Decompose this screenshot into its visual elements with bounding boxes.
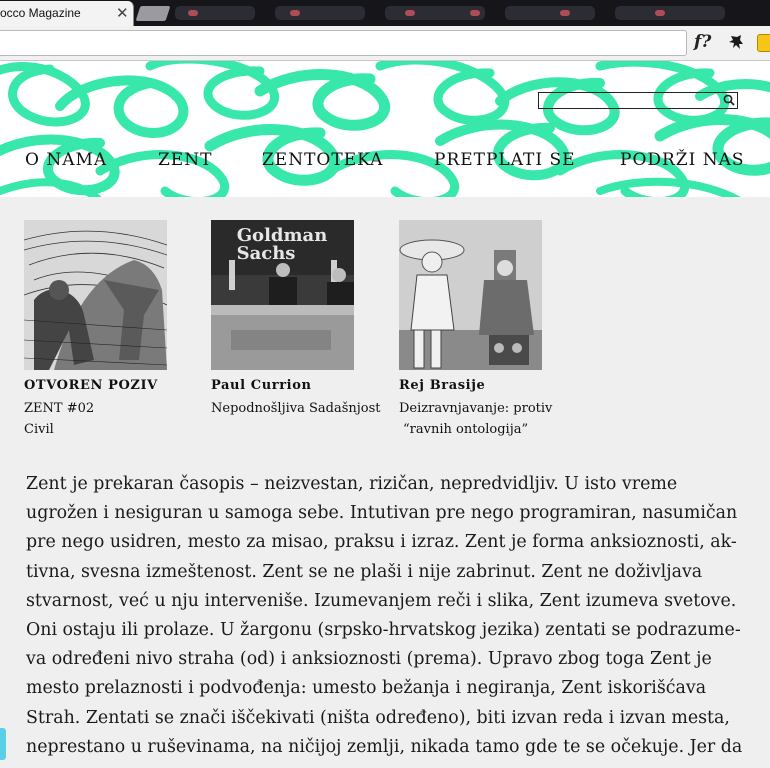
scribble-mask-pattern xyxy=(0,61,770,197)
nav-zent[interactable]: ZENT xyxy=(158,150,212,170)
card-subtitle: Deizravnjavanje: protiv “ravnih ontologi… xyxy=(399,398,574,440)
tab-title: occo Magazine xyxy=(0,6,81,20)
background-tabs-blur xyxy=(615,6,725,20)
paragraph-line: mesto prelaznosti i podvođenja: umesto b… xyxy=(26,678,707,699)
search-field[interactable] xyxy=(538,92,738,109)
tab-favicon-blur xyxy=(560,10,570,16)
article-card[interactable]: OTVOREN POZIV ZENT #02 Civil xyxy=(24,220,199,440)
background-tabs-blur xyxy=(175,6,255,20)
card-image-goldman-sachs[interactable]: Goldman Sachs xyxy=(211,220,354,370)
card-title[interactable]: OTVOREN POZIV xyxy=(24,378,199,393)
article-card[interactable]: Goldman Sachs Paul Currion Nepodnošljiva… xyxy=(211,220,386,419)
tab-favicon-blur xyxy=(470,10,480,16)
search-icon[interactable] xyxy=(723,94,735,106)
card-subtitle: ZENT #02 Civil xyxy=(24,398,199,440)
main-navigation: O NAMA ZENT ZENTOTEKA PRETPLATI SE PODRŽ… xyxy=(0,150,770,174)
tab-favicon-blur xyxy=(405,10,415,16)
sachs-text: Sachs xyxy=(237,243,296,264)
paragraph-line: stvarnost, već u nju interveniše. Izumev… xyxy=(26,590,737,611)
card-subtitle-line: “ravnih ontologija” xyxy=(403,422,529,437)
paragraph-line: Strah. Zentati se znači iščekivati (ništ… xyxy=(26,707,730,728)
paragraph-line: ugrožen i nesiguran u samoga sebe. Intut… xyxy=(26,503,738,524)
nav-podrzi-nas[interactable]: PODRŽI NAS xyxy=(620,150,745,170)
nav-zentoteka[interactable]: ZENTOTEKA xyxy=(262,150,383,170)
nav-pretplati-se[interactable]: PRETPLATI SE xyxy=(434,150,576,170)
browser-tab-bar: occo Magazine ✕ xyxy=(0,0,770,26)
nav-o-nama[interactable]: O NAMA xyxy=(25,150,107,170)
paragraph-line: Oni ostaju ili prolaze. U žargonu (srpsk… xyxy=(26,620,741,641)
extension-icon[interactable] xyxy=(757,34,770,52)
site-header: O NAMA ZENT ZENTOTEKA PRETPLATI SE PODRŽ… xyxy=(0,61,770,197)
card-image-collage[interactable] xyxy=(399,220,542,370)
tab-favicon-blur xyxy=(188,10,198,16)
browser-tab[interactable]: occo Magazine ✕ xyxy=(0,1,134,26)
address-bar[interactable] xyxy=(0,30,687,56)
paragraph-line: Zent je prekaran časopis – neizvestan, r… xyxy=(26,474,678,494)
ghost-extension-icon[interactable] xyxy=(728,34,744,50)
close-tab-icon[interactable]: ✕ xyxy=(116,4,129,22)
browser-toolbar: f? xyxy=(0,26,770,61)
card-subtitle-line: Civil xyxy=(24,422,54,437)
paragraph-line: tivna, svesna izmeštenost. Zent se ne pl… xyxy=(26,561,703,582)
extension-f-button[interactable]: f? xyxy=(694,32,711,52)
new-tab-button[interactable] xyxy=(135,6,171,21)
paragraph-line: neprestano u ruševinama, na ničijoj zeml… xyxy=(26,736,743,757)
tab-favicon-blur xyxy=(655,10,665,16)
search-input[interactable] xyxy=(541,93,721,108)
card-subtitle-line: Deizravnjavanje: protiv xyxy=(399,401,553,416)
paragraph-line: va određeni nivo straha (od) i anksiozno… xyxy=(26,649,712,670)
card-subtitle-line: ZENT #02 xyxy=(24,401,95,416)
background-tabs-blur xyxy=(275,6,365,20)
card-title[interactable]: Rej Brasije xyxy=(399,378,574,393)
card-title[interactable]: Paul Currion xyxy=(211,378,386,393)
side-widget-tab[interactable] xyxy=(0,728,6,760)
article-card[interactable]: Rej Brasije Deizravnjavanje: protiv “rav… xyxy=(399,220,574,440)
card-image-engraving[interactable] xyxy=(24,220,167,370)
paragraph-line: pre nego usidren, mesto za misao, praksu… xyxy=(26,532,737,553)
background-tabs-blur xyxy=(505,6,595,20)
tab-favicon-blur xyxy=(290,10,300,16)
card-subtitle-line: Nepodnošljiva Sadašnjost xyxy=(211,401,381,416)
intro-paragraph: Zent je prekaran časopis – neizvestan, r… xyxy=(26,470,748,762)
card-subtitle: Nepodnošljiva Sadašnjost xyxy=(211,398,386,419)
